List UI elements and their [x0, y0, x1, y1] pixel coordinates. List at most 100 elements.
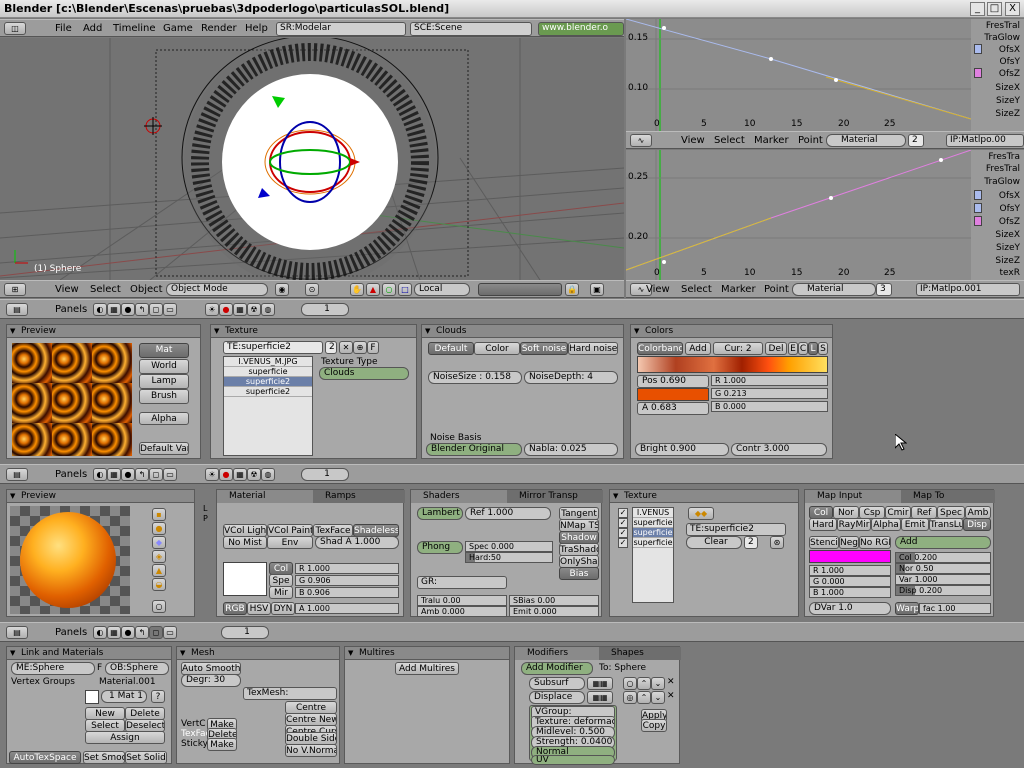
remove-modifier-icon[interactable]: ✕	[667, 691, 675, 701]
tab-modifiers[interactable]: Modifiers	[515, 647, 599, 660]
neg-button[interactable]: Neg	[839, 536, 859, 549]
circle-icon[interactable]: ○	[623, 677, 637, 690]
radio-icon[interactable]: ☢	[247, 303, 261, 316]
blend-mode-select[interactable]: Add	[895, 536, 991, 549]
stencil-button[interactable]: Stencil	[809, 536, 839, 549]
move-down-icon[interactable]: ⌄	[651, 691, 665, 704]
menu-help[interactable]: Help	[245, 23, 268, 34]
world-icon[interactable]: ◍	[261, 468, 275, 481]
blender-url[interactable]: www.blender.o	[538, 22, 624, 36]
ipo-channel[interactable]: OfsX	[999, 45, 1020, 55]
ipo-channel[interactable]: FresTral	[986, 164, 1020, 174]
render-icon[interactable]: ▣	[590, 283, 604, 296]
menu-view[interactable]: View	[646, 284, 670, 295]
colorband-gradient[interactable]	[637, 356, 828, 373]
panels-menu[interactable]: Panels	[55, 304, 87, 315]
mode-select[interactable]: Object Mode	[166, 283, 268, 296]
preview-side-l[interactable]: L	[203, 504, 207, 513]
object-icon[interactable]: ↰	[135, 626, 149, 639]
texture-list[interactable]: I.VENUS_M.JPG superficie superficie2 sup…	[223, 356, 313, 456]
diffuse-shader-select[interactable]: Lambert	[417, 507, 463, 520]
menu-add[interactable]: Add	[83, 23, 102, 34]
lamp-icon[interactable]: ☀	[205, 468, 219, 481]
pivot-icon[interactable]: ⊙	[305, 283, 319, 296]
mat-alpha-slider[interactable]: A 1.000	[295, 603, 399, 614]
editing-icon[interactable]: ◻	[149, 468, 163, 481]
material-help-button[interactable]: ?	[151, 690, 165, 703]
hard-slider[interactable]: Hard:50	[465, 552, 553, 563]
copy-modifier-button[interactable]: Copy	[641, 719, 667, 732]
mapto-raymir[interactable]: RayMir	[837, 518, 871, 531]
texture-slot-check[interactable]: ✓	[618, 538, 628, 548]
nabla-field[interactable]: Nabla: 0.025	[524, 443, 618, 456]
texture-slot-check[interactable]: ✓	[618, 508, 628, 518]
maximize-button[interactable]: □	[987, 2, 1002, 16]
ipo-channel[interactable]: TraGlow	[984, 33, 1020, 43]
scene-icon[interactable]: ▭	[163, 626, 177, 639]
ipo-channel[interactable]: SizeY	[996, 96, 1020, 106]
screen-field[interactable]: SR:Modelar	[276, 22, 406, 36]
interp-c-button[interactable]: C	[798, 342, 808, 355]
ipo-channel[interactable]: TraGlow	[984, 177, 1020, 187]
frame-field[interactable]: 1	[301, 303, 349, 316]
copy-paste-icon[interactable]: ◆◆	[688, 507, 714, 520]
mesh-fake-user[interactable]: F	[97, 663, 102, 673]
ipo-users-field[interactable]: 3	[876, 283, 892, 296]
mir-button[interactable]: Mir	[269, 586, 293, 599]
draw-type-icon[interactable]: ◉	[275, 283, 289, 296]
browse-icon[interactable]: ⊛	[770, 536, 784, 549]
texture-users-field[interactable]: 2	[325, 341, 337, 354]
amb-slider[interactable]: Amb 0.000	[417, 606, 507, 617]
emit-slider[interactable]: Emit 0.000	[509, 606, 599, 617]
shading-icon[interactable]: ●	[121, 626, 135, 639]
ipo-channel[interactable]: SizeZ	[995, 256, 1020, 266]
logic-icon[interactable]: ◐	[93, 626, 107, 639]
tex-b-slider[interactable]: B 1.000	[809, 587, 891, 598]
texture-type-select[interactable]: Clouds	[319, 367, 409, 380]
auto-tex-space-button[interactable]: AutoTexSpace	[9, 751, 81, 764]
set-solid-button[interactable]: Set Solid	[125, 751, 167, 764]
lock-icon[interactable]: 🔒	[565, 283, 579, 296]
list-item[interactable]: superficie	[633, 528, 673, 538]
ipo-type-select[interactable]: Material	[792, 283, 876, 296]
logic-icon[interactable]: ◐	[93, 303, 107, 316]
spec-shader-select[interactable]: Phong	[417, 541, 463, 554]
modifier-toggles-icon[interactable]: ▦▦	[587, 677, 613, 690]
warp-factor-slider[interactable]: fac 1.00	[919, 603, 991, 614]
rotate-icon[interactable]: ○	[382, 283, 396, 296]
ipo-channel[interactable]: OfsZ	[999, 69, 1020, 79]
rgb-button[interactable]: RGB	[223, 602, 247, 615]
move-up-icon[interactable]: ⌃	[637, 677, 651, 690]
colorband-pos-field[interactable]: Pos 0.690	[637, 375, 709, 388]
object-name-field[interactable]: OB:Sphere	[105, 662, 169, 675]
translate-icon[interactable]: ▲	[366, 283, 380, 296]
texture-slot-check[interactable]: ✓	[618, 518, 628, 528]
preview-sky-icon[interactable]: ◒	[152, 578, 166, 591]
modifier-toggles-icon[interactable]: ▦▦	[587, 691, 613, 704]
noise-depth-field[interactable]: NoiseDepth: 4	[524, 371, 618, 384]
scale-icon[interactable]: □	[398, 283, 412, 296]
shad-alpha-field[interactable]: Shad A 1.000	[315, 536, 399, 549]
ipo-channel[interactable]: OfsY	[1000, 204, 1020, 214]
logic-icon[interactable]: ◐	[93, 468, 107, 481]
list-item[interactable]: superficie	[633, 518, 673, 528]
subsurf-modifier[interactable]: Subsurf	[529, 677, 585, 690]
menu-marker[interactable]: Marker	[754, 135, 789, 146]
mapto-translu[interactable]: TransLu	[929, 518, 963, 531]
ipo-channel[interactable]: texR	[1000, 268, 1021, 278]
add-modifier-select[interactable]: Add Modifier	[521, 662, 593, 675]
clouds-default-button[interactable]: Default	[428, 342, 474, 355]
ref-field[interactable]: Ref 1.000	[465, 507, 551, 520]
ipo-users-field[interactable]: 2	[908, 134, 924, 147]
displace-modifier[interactable]: Displace	[529, 691, 585, 704]
ipo-type-select[interactable]: Material	[826, 134, 906, 147]
colorband-toggle[interactable]: Colorband	[637, 342, 683, 355]
mapto-disp[interactable]: Disp	[963, 518, 991, 531]
menu-file[interactable]: File	[55, 23, 72, 34]
editing-icon[interactable]: ◻	[149, 303, 163, 316]
mat-r-slider[interactable]: R 1.000	[295, 563, 399, 574]
colorband-add-button[interactable]: Add	[685, 342, 711, 355]
mapto-color-swatch[interactable]	[809, 550, 891, 563]
editor-type-icon[interactable]: ⊞	[4, 283, 26, 296]
ipo-channel[interactable]: SizeZ	[995, 109, 1020, 119]
